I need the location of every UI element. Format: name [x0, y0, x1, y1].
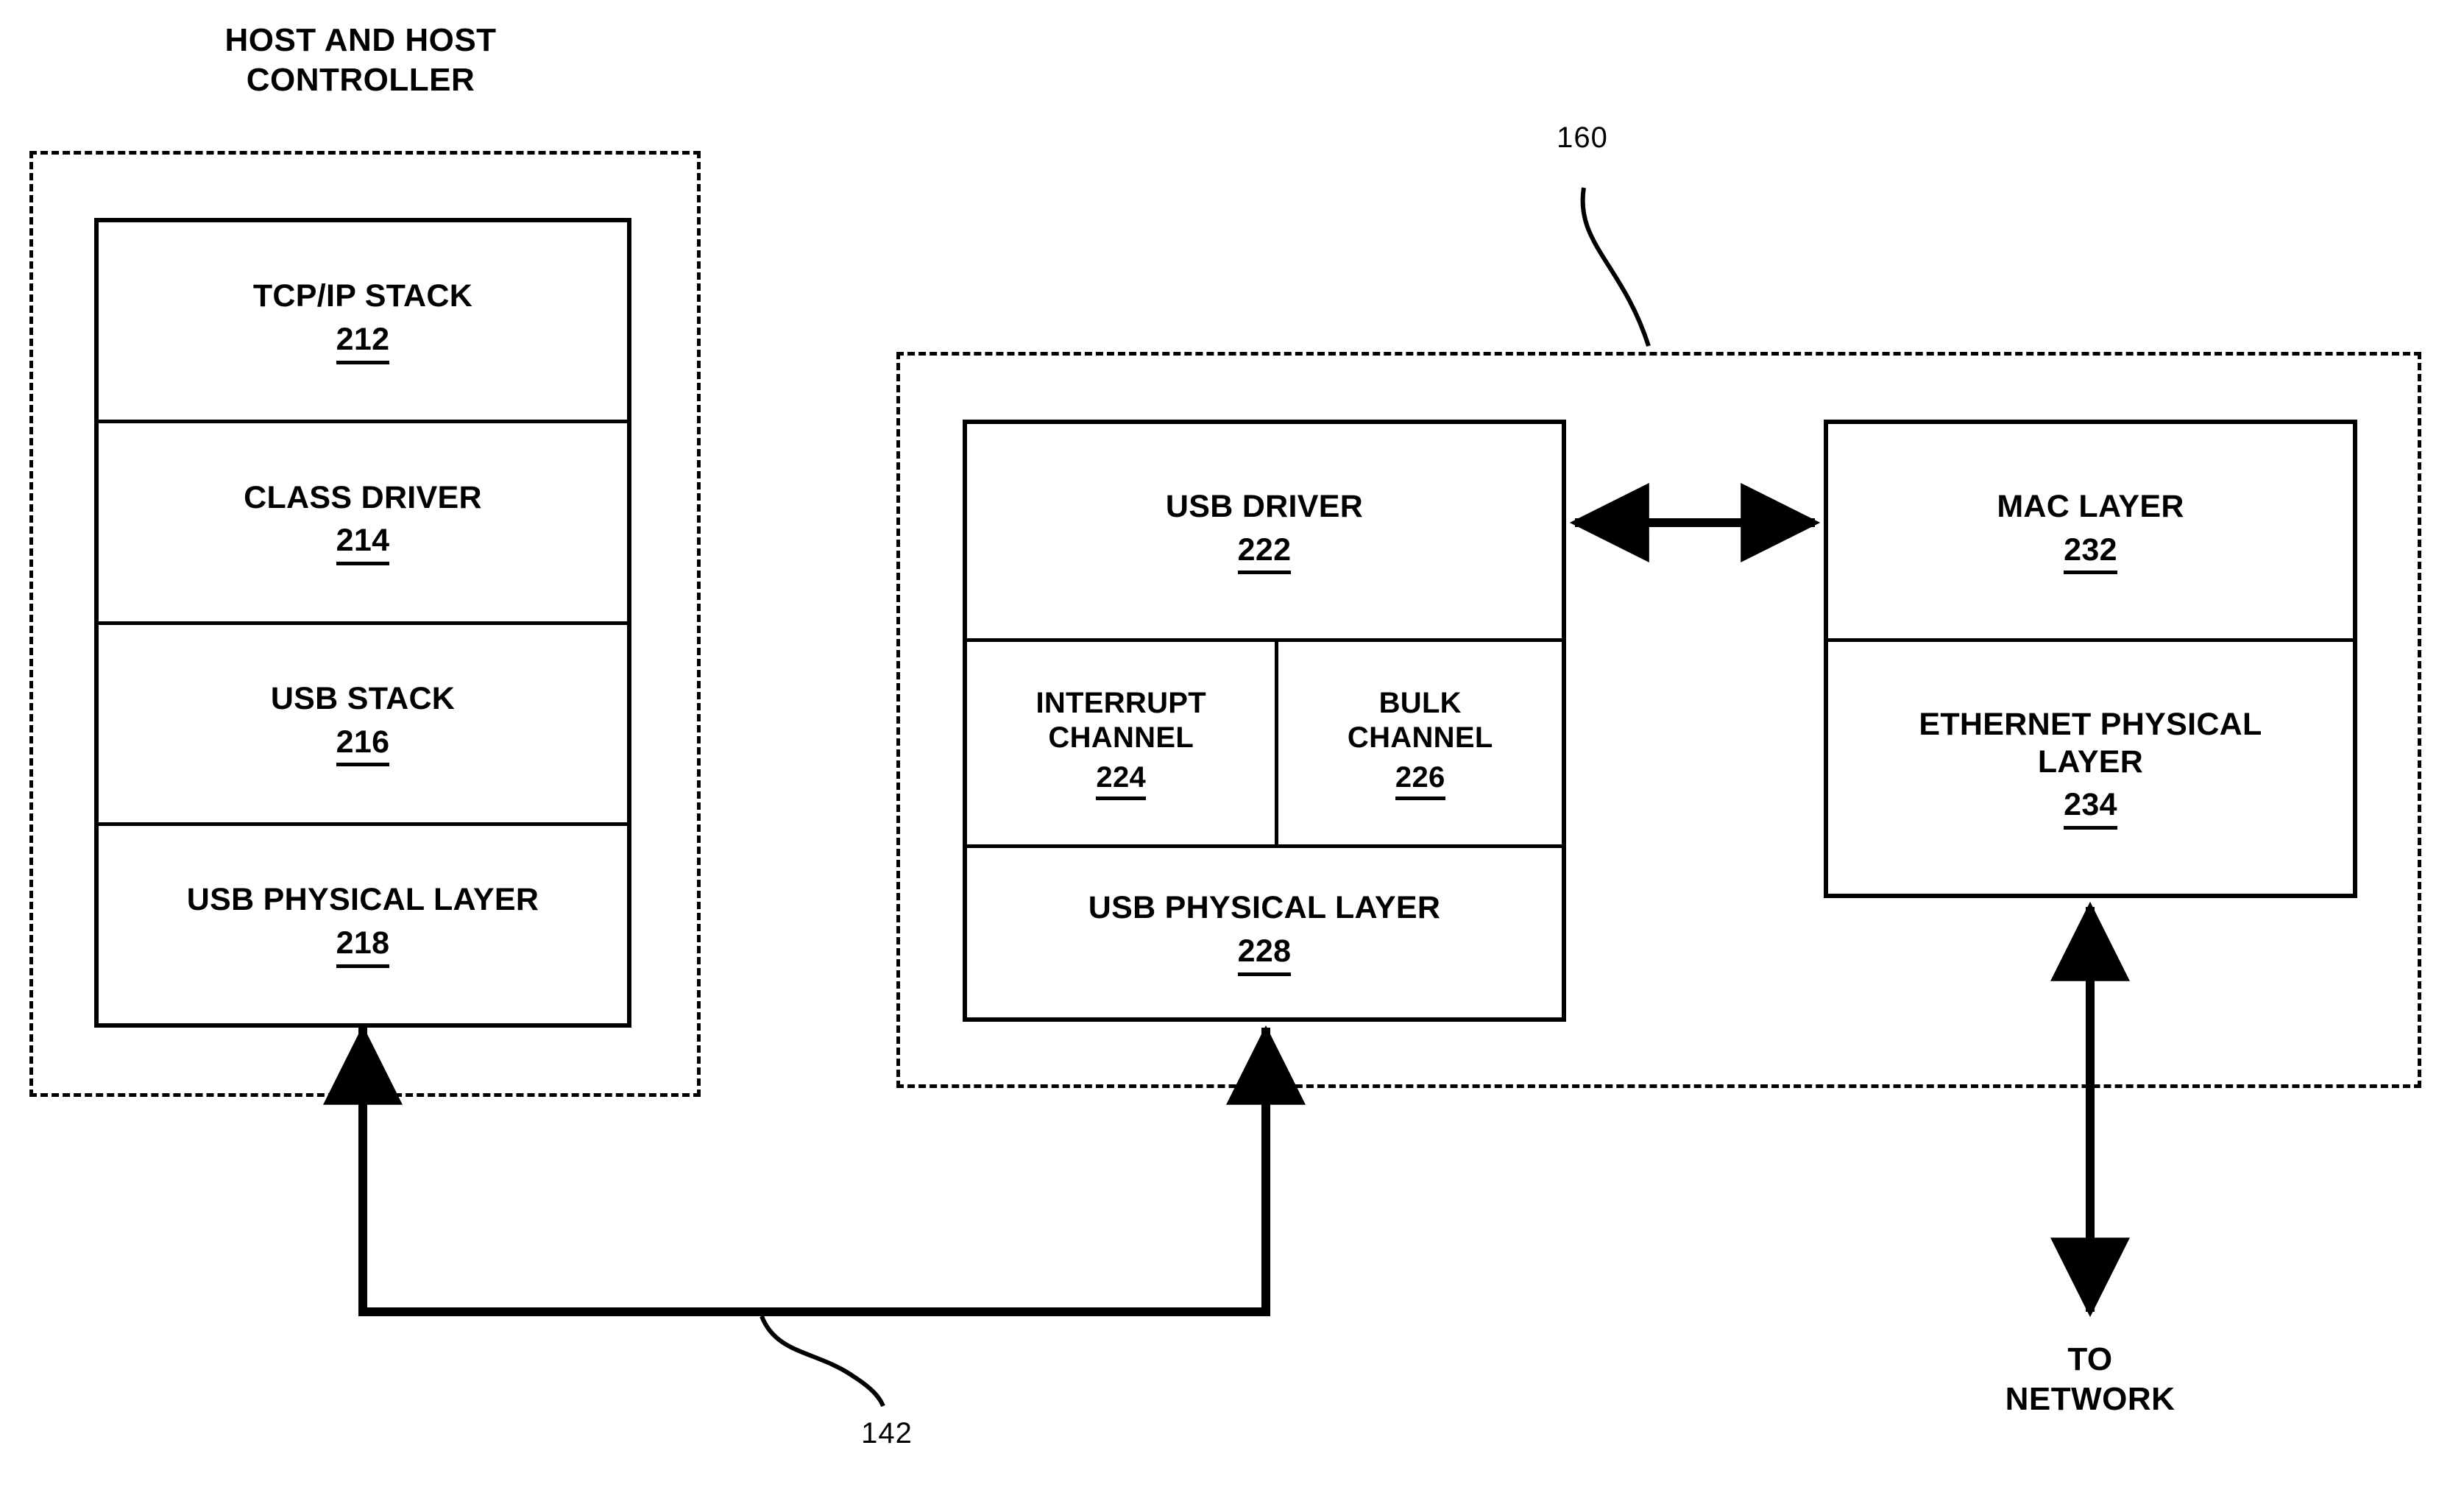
- module-number: 216: [336, 724, 390, 767]
- module-number: 232: [2064, 531, 2117, 575]
- reference-numeral-142: 142: [861, 1417, 913, 1449]
- module-label: ETHERNET PHYSICAL LAYER: [1919, 706, 2262, 780]
- usb-side-module-stack: USB DRIVER 222 INTERRUPT CHANNEL 224 BUL…: [963, 420, 1566, 1022]
- module-usb-driver[interactable]: USB DRIVER 222: [967, 424, 1562, 642]
- module-usb-physical-layer[interactable]: USB PHYSICAL LAYER 218: [99, 826, 627, 1023]
- module-class-driver[interactable]: CLASS DRIVER 214: [99, 423, 627, 625]
- module-label: USB DRIVER: [1165, 488, 1364, 524]
- module-interrupt-channel[interactable]: INTERRUPT CHANNEL 224: [967, 642, 1279, 844]
- module-label: CLASS DRIVER: [244, 479, 482, 515]
- module-label: BULK CHANNEL: [1347, 686, 1493, 754]
- to-network-label: TO NETWORK: [2005, 1341, 2176, 1417]
- module-number: 228: [1237, 933, 1292, 976]
- module-label: MAC LAYER: [1997, 488, 2184, 524]
- leader-line-160: [1580, 187, 1651, 347]
- usb-channel-row: INTERRUPT CHANNEL 224 BULK CHANNEL 226: [967, 642, 1562, 848]
- module-number: 218: [336, 925, 390, 968]
- module-label: USB STACK: [270, 680, 456, 716]
- module-label: USB PHYSICAL LAYER: [1088, 890, 1441, 926]
- module-number: 224: [1096, 760, 1147, 801]
- host-module-stack: TCP/IP STACK 212 CLASS DRIVER 214 USB ST…: [94, 218, 631, 1028]
- module-label: USB PHYSICAL LAYER: [186, 882, 539, 918]
- module-number: 234: [2064, 786, 2117, 830]
- module-usb-physical-layer-device[interactable]: USB PHYSICAL LAYER 228: [967, 848, 1562, 1017]
- module-label: INTERRUPT CHANNEL: [1035, 686, 1207, 754]
- module-label: TCP/IP STACK: [252, 278, 473, 314]
- module-mac-layer[interactable]: MAC LAYER 232: [1828, 424, 2353, 642]
- module-bulk-channel[interactable]: BULK CHANNEL 226: [1278, 642, 1562, 844]
- module-ethernet-physical-layer[interactable]: ETHERNET PHYSICAL LAYER 234: [1828, 642, 2353, 894]
- module-number: 214: [336, 522, 390, 566]
- module-number: 212: [336, 321, 390, 364]
- network-side-module-stack: MAC LAYER 232 ETHERNET PHYSICAL LAYER 23…: [1824, 420, 2357, 898]
- module-usb-stack[interactable]: USB STACK 216: [99, 625, 627, 826]
- leader-line-142: [760, 1315, 885, 1408]
- reference-numeral-160: 160: [1557, 121, 1608, 154]
- module-number: 226: [1395, 760, 1445, 801]
- module-tcp-ip-stack[interactable]: TCP/IP STACK 212: [99, 222, 627, 424]
- module-number: 222: [1237, 531, 1292, 575]
- host-controller-caption: HOST AND HOST CONTROLLER: [224, 22, 497, 98]
